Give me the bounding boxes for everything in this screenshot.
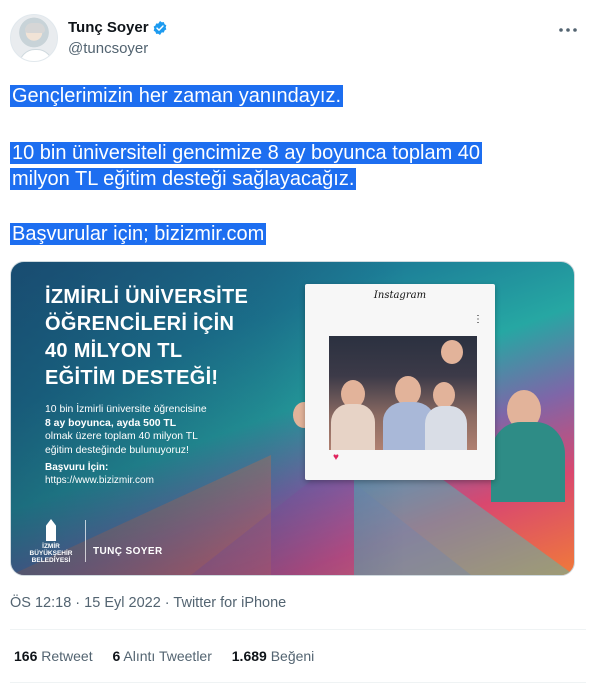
tweet-date[interactable]: 15 Eyl 2022	[84, 595, 161, 611]
separator: ·	[75, 595, 81, 611]
author-handle[interactable]: @tuncsoyer	[68, 40, 148, 57]
tweet-source[interactable]: Twitter for iPhone	[173, 595, 286, 611]
tweet-text-line: Başvurular için; bizizmir.com	[10, 223, 267, 245]
likes-stat[interactable]: 1.689 Beğeni	[232, 648, 315, 664]
tweet-timestamp[interactable]: ÖS 12:18 · 15 Eyl 2022 · Twitter for iPh…	[10, 595, 286, 611]
tweet-text-line: milyon TL eğitim desteği sağlayacağız.	[10, 168, 357, 190]
quote-tweets-stat[interactable]: 6 Alıntı Tweetler	[113, 648, 212, 664]
tweet-media-image[interactable]: Instagram ⋮ ♥ İZMİRLİ ÜNİVERSİTE ÖĞRENCİ…	[10, 261, 575, 576]
media-apply-url: https://www.bizizmir.com	[45, 475, 154, 486]
divider	[10, 682, 586, 683]
divider	[10, 629, 586, 630]
tweet-text-line: 10 bin üniversiteli gencimize 8 ay boyun…	[10, 142, 483, 164]
tweet-stats: 166 Retweet 6 Alıntı Tweetler 1.689 Beğe…	[14, 648, 330, 664]
media-headline: İZMİRLİ ÜNİVERSİTE ÖĞRENCİLERİ İÇİN 40 M…	[45, 286, 249, 389]
instagram-label: Instagram	[373, 290, 427, 301]
separator: ·	[164, 595, 170, 611]
retweets-stat[interactable]: 166 Retweet	[14, 648, 93, 664]
media-body-text: 10 bin İzmirli üniversite öğrencisine 8 …	[45, 404, 207, 456]
heart-icon: ♥	[333, 452, 339, 463]
logo-divider	[85, 520, 86, 562]
izmir-municipality-logo: İZMİR BÜYÜKŞEHİR BELEDİYESİ	[21, 519, 81, 565]
ellipsis-icon: ⋮	[473, 314, 483, 325]
verified-badge-icon	[153, 21, 167, 35]
author-name[interactable]: Tunç Soyer	[68, 19, 149, 36]
media-apply-label: Başvuru İçin:	[45, 462, 109, 473]
tweet-text-line: Gençlerimizin her zaman yanındayız.	[10, 85, 344, 107]
author-avatar[interactable]	[10, 14, 58, 62]
media-signature: TUNÇ SOYER	[93, 546, 163, 557]
more-options-icon[interactable]	[556, 18, 580, 42]
instagram-frame-prop: Instagram ⋮ ♥	[305, 284, 495, 480]
tweet-time[interactable]: ÖS 12:18	[10, 595, 71, 611]
